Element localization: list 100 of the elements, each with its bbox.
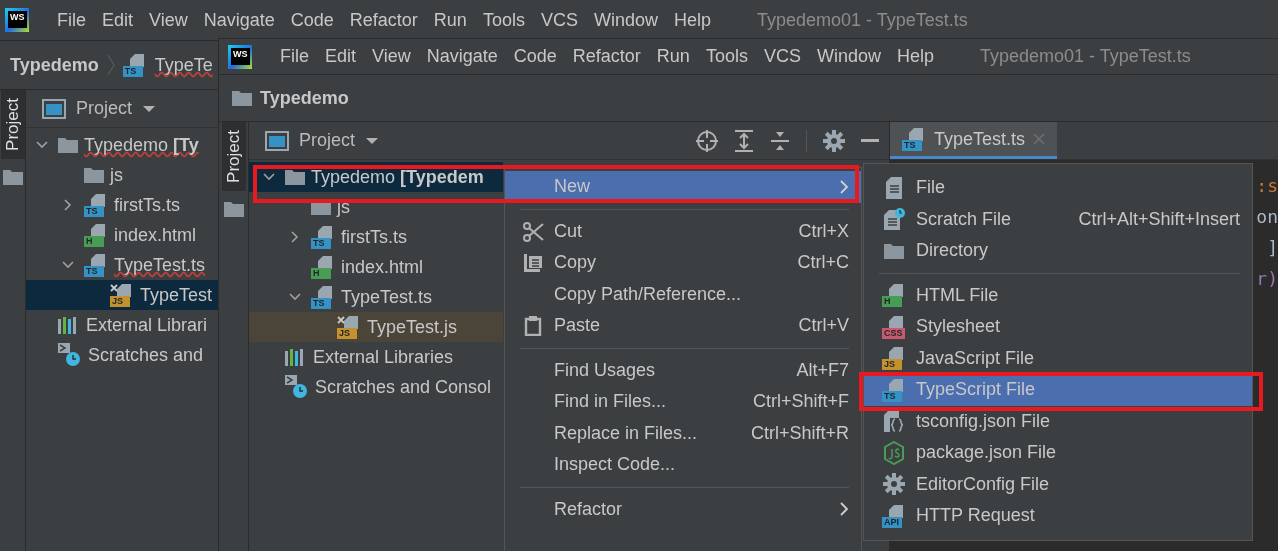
tree-item[interactable]: JS TypeTest.js	[249, 312, 503, 342]
menu-item[interactable]: Paste Ctrl+V	[505, 310, 861, 342]
tree-item[interactable]: TS firstTs.ts	[26, 190, 218, 220]
tree-label: firstTs.ts	[114, 194, 180, 216]
menu-item[interactable]: File	[864, 172, 1252, 204]
menu-bar-item[interactable]: View	[149, 9, 188, 31]
code-text: :s	[1256, 174, 1278, 198]
panel-view-selector[interactable]: Project	[42, 98, 157, 119]
menu-bar-item[interactable]: Navigate	[426, 46, 498, 67]
menu-bar-item[interactable]: Help	[673, 9, 711, 31]
menu-bar-item[interactable]: Code	[513, 46, 557, 67]
menu-item[interactable]: TS TypeScript File	[864, 374, 1252, 406]
menu-bar-item[interactable]: Run	[433, 9, 467, 31]
chevron-icon[interactable]	[289, 231, 301, 243]
menu-item[interactable]: Copy Path/Reference...	[505, 278, 861, 310]
chevron-icon[interactable]	[289, 291, 301, 303]
tree-item[interactable]: TS TypeTest.ts	[26, 250, 218, 280]
menu-bar-item[interactable]: Navigate	[203, 9, 275, 31]
chevron-icon[interactable]	[62, 259, 74, 271]
tree-label: Typedemo [Typedem	[311, 166, 484, 188]
tree-label: js	[110, 164, 123, 186]
menu-item[interactable]: Find Usages Alt+F7	[505, 354, 861, 386]
menu-item[interactable]: Inspect Code...	[505, 449, 861, 481]
folder-icon	[884, 242, 904, 259]
tree-label: js	[337, 196, 350, 218]
expand-all-icon[interactable]	[734, 129, 754, 152]
menu-item[interactable]: Find in Files... Ctrl+Shift+F	[505, 386, 861, 418]
menu-item[interactable]: Copy Ctrl+C	[505, 247, 861, 279]
menu-bar-item[interactable]: View	[372, 46, 411, 67]
tree-label: TypeTest.ts	[114, 254, 206, 276]
tree-item[interactable]: External Librari	[26, 310, 218, 340]
tree-label: Scratches and	[88, 344, 204, 366]
menu-item[interactable]: Directory	[864, 235, 1252, 267]
menu-bar-item[interactable]: File	[57, 9, 86, 31]
tree-item[interactable]: JS TypeTest	[26, 280, 218, 310]
menu-bar-item[interactable]: VCS	[540, 9, 578, 31]
document-icon	[885, 176, 903, 199]
panel-window-icon	[265, 130, 289, 151]
panel-window-icon	[42, 98, 66, 119]
tree-label: TypeTest.ts	[341, 286, 433, 308]
tree-item[interactable]: TS firstTs.ts	[249, 222, 503, 252]
clipboard-icon	[524, 316, 542, 336]
menu-bar-item[interactable]: Window	[816, 46, 881, 67]
menu-item[interactable]: package.json File	[864, 437, 1252, 469]
tree-item[interactable]: H index.html	[249, 252, 503, 282]
menu-bar-item[interactable]: Refactor	[572, 46, 641, 67]
crosshair-icon[interactable]	[696, 129, 718, 152]
tree-item[interactable]: H index.html	[26, 220, 218, 250]
tree-label: index.html	[114, 224, 197, 246]
breadcrumb-item[interactable]: TypeTe	[154, 54, 213, 76]
tree-item[interactable]: js	[26, 160, 218, 190]
menu-bar-item[interactable]: Window	[593, 9, 658, 31]
separator-chevron-icon	[106, 54, 115, 76]
chevron-icon[interactable]	[36, 139, 48, 151]
menu-item[interactable]: Replace in Files... Ctrl+Shift+R	[505, 417, 861, 449]
menu-item[interactable]: H HTML File	[864, 279, 1252, 311]
menu-item[interactable]: Refactor	[505, 493, 861, 525]
menu-bar-item[interactable]: VCS	[763, 46, 801, 67]
side-tab[interactable]: Project	[0, 90, 25, 159]
tree-label: External Libraries	[313, 346, 454, 368]
minimize-icon[interactable]	[861, 138, 879, 143]
breadcrumb-item[interactable]: Typedemo	[260, 87, 349, 109]
menu-bar-item[interactable]: Refactor	[349, 9, 418, 31]
side-tab[interactable]: Project	[221, 122, 246, 191]
tree-item[interactable]: Typedemo [Ty	[26, 130, 218, 160]
menu-bar-item[interactable]: Help	[896, 46, 934, 67]
config-document-icon	[883, 410, 905, 433]
folder-icon	[223, 200, 244, 217]
menu-bar-item[interactable]: Run	[656, 46, 690, 67]
window-title: Typedemo01 - TypeTest.ts	[757, 9, 968, 31]
tree-item[interactable]: External Libraries	[249, 342, 503, 372]
breadcrumb-item[interactable]: Typedemo	[10, 54, 99, 76]
app-logo: WS	[228, 44, 252, 69]
collapse-all-icon[interactable]	[770, 129, 790, 152]
tree-item[interactable]: TS TypeTest.ts	[249, 282, 503, 312]
menu-bar-item[interactable]: Edit	[102, 9, 134, 31]
panel-view-selector[interactable]: Project	[265, 130, 380, 151]
menu-bar-item[interactable]: Tools	[482, 9, 525, 31]
editor-tab[interactable]: TS TypeTest.ts	[890, 122, 1058, 159]
menu-bar-item[interactable]: Code	[290, 9, 334, 31]
tree-label: TypeTest	[140, 284, 213, 306]
menu-item[interactable]: Scratch File Ctrl+Alt+Shift+Insert	[864, 203, 1252, 235]
tree-label: index.html	[341, 256, 424, 278]
menu-item[interactable]: tsconfig.json File	[864, 405, 1252, 437]
code-text: on	[1256, 205, 1278, 229]
menu-bar-item[interactable]: Tools	[705, 46, 748, 67]
folder-icon	[58, 137, 78, 153]
tree-item[interactable]: Scratches and Consol	[249, 372, 503, 402]
folder-icon	[232, 90, 252, 106]
dropdown-arrow-icon	[365, 136, 380, 145]
menu-item[interactable]: EditorConfig File	[864, 468, 1252, 500]
menu-bar-item[interactable]: File	[280, 46, 309, 67]
menu-item[interactable]: CSS Stylesheet	[864, 311, 1252, 343]
tree-label: TypeTest.js	[367, 316, 458, 338]
menu-item[interactable]: API HTTP Request	[864, 500, 1252, 532]
tree-item[interactable]: Scratches and	[26, 340, 218, 370]
chevron-icon[interactable]	[263, 171, 275, 183]
menu-bar-item[interactable]: Edit	[325, 46, 357, 67]
chevron-icon[interactable]	[62, 199, 74, 211]
menu-item[interactable]: Cut Ctrl+X	[505, 215, 861, 247]
